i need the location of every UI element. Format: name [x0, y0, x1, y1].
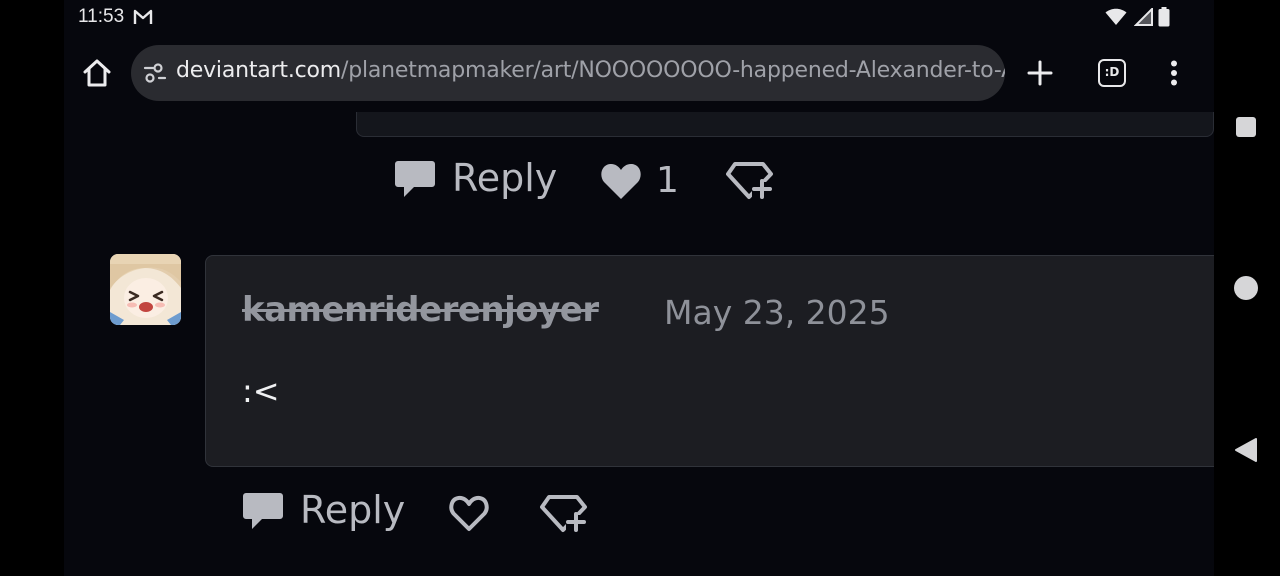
tab-switcher-button[interactable]: :D [1098, 59, 1126, 87]
plus-icon[interactable] [1026, 59, 1054, 87]
back-icon[interactable] [1234, 437, 1258, 463]
badge-add-icon [726, 162, 773, 199]
status-bar: 11:53 [0, 0, 1280, 36]
gmail-icon [133, 9, 153, 24]
reply-label: Reply [452, 156, 558, 200]
like-count: 1 [656, 160, 679, 201]
url-host: deviantart.com [176, 58, 342, 83]
reply-button[interactable]: Reply [242, 488, 405, 532]
nav-home-button[interactable] [1234, 276, 1258, 300]
battery-icon [1158, 7, 1170, 27]
avatar-image [110, 254, 181, 325]
comment-body: :< [242, 372, 280, 410]
url-path: /planetmapmaker/art/NOOOOOOOO-happened-A… [341, 58, 1005, 83]
avatar[interactable] [110, 254, 181, 325]
heart-outline-icon [449, 495, 489, 531]
previous-comment-actions: Reply 1 [394, 156, 773, 201]
url-text[interactable]: deviantart.com/planetmapmaker/art/NOOOOO… [176, 58, 1005, 83]
comment-icon [243, 493, 283, 529]
like-button[interactable] [448, 493, 490, 537]
site-info-icon[interactable] [143, 62, 167, 84]
badge-add-icon [540, 495, 587, 532]
wifi-icon [1105, 8, 1127, 25]
browser-toolbar: deviantart.com/planetmapmaker/art/NOOOOO… [64, 36, 1214, 112]
recents-button[interactable] [1236, 117, 1256, 137]
comment-author[interactable]: kamenriderenjoyer [242, 290, 599, 330]
comment-card: kamenriderenjoyer May 23, 2025 :< [205, 255, 1214, 467]
url-bar[interactable]: deviantart.com/planetmapmaker/art/NOOOOO… [131, 45, 1005, 101]
more-vert-icon[interactable] [1169, 60, 1179, 86]
status-time: 11:53 [78, 6, 125, 27]
reply-label: Reply [300, 488, 406, 532]
heart-filled-icon [601, 163, 641, 199]
previous-award-button[interactable] [726, 160, 774, 204]
home-icon[interactable] [82, 58, 112, 88]
screen: Reply 1 kamenriderenjoyer May 23, 2025:… [0, 0, 1280, 576]
comment-icon [395, 161, 435, 197]
previous-like-button[interactable]: 1 [600, 160, 679, 201]
comment-actions: Reply [242, 488, 587, 532]
previous-reply-button[interactable]: Reply [394, 156, 557, 200]
signal-icon [1134, 8, 1153, 26]
comment-date[interactable]: May 23, 2025 [664, 293, 890, 332]
award-button[interactable] [540, 493, 588, 537]
